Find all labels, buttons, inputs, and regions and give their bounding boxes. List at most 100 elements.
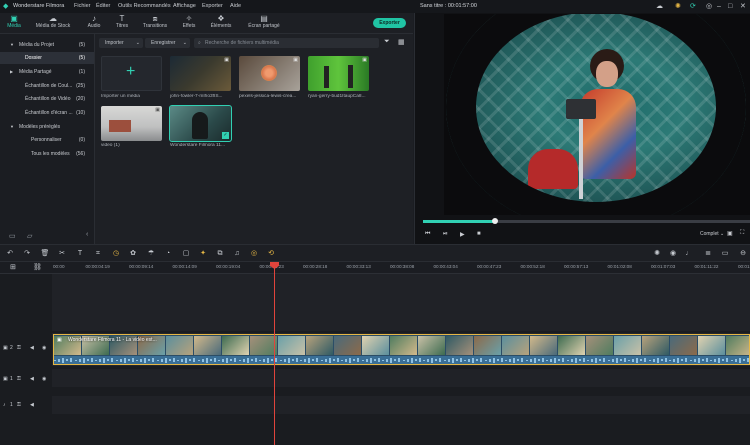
view-icon[interactable]: ▭ [720, 248, 730, 259]
timer-icon[interactable]: ◔ [163, 248, 173, 259]
color-icon[interactable]: ✿ [128, 248, 138, 259]
export-button[interactable]: Exporter [373, 18, 406, 28]
prev-frame-icon[interactable]: ⏮ [425, 231, 430, 238]
sidebar-item[interactable]: Échantillon de Coul... (25) [0, 80, 94, 92]
menu-editer[interactable]: Éditer [96, 0, 110, 13]
tab-elements[interactable]: ❖ Éléments [201, 13, 241, 29]
cut-icon[interactable]: ✂ [57, 248, 67, 259]
marker-icon[interactable]: ◉ [668, 248, 678, 259]
audio-mix-icon[interactable]: ♫ [232, 248, 242, 259]
timeline-ruler[interactable]: 00:00 00:00:04:19 00:00:09:14 00:00:14:09 00… [0, 262, 750, 274]
lock-icon[interactable]: ⚿ [17, 402, 21, 408]
stop-icon[interactable]: ■ [477, 231, 481, 237]
stabilize-icon[interactable]: ⟲ [266, 248, 276, 259]
fullscreen-icon[interactable]: ⛶ [740, 230, 744, 237]
sidebar-item-count: (25) [76, 83, 85, 89]
keyframe-icon[interactable]: ✦ [198, 248, 208, 259]
play-reverse-icon[interactable]: ⏯ [443, 231, 448, 238]
eye-icon[interactable]: ◉ [42, 345, 46, 351]
link-icon[interactable]: ⛓ [33, 263, 42, 271]
sidebar-item[interactable]: ▶ Média Partagé (1) [0, 66, 94, 78]
audio-icon[interactable]: ≣ [703, 248, 713, 259]
media-item-thumb[interactable]: ▣ [101, 106, 162, 141]
menu-aide[interactable]: Aide [230, 0, 241, 13]
headset-icon[interactable]: ◎ [706, 0, 712, 13]
zoom-out-icon[interactable]: ⊖ [738, 248, 748, 259]
record-dropdown[interactable]: Enregistrer ⌄ [145, 38, 190, 48]
media-item-thumb[interactable]: ▣ [239, 56, 300, 91]
search-input[interactable]: ⌕ Recherche de fichiers multimédia [194, 38, 379, 48]
import-media-tile[interactable]: + [101, 56, 162, 91]
chevron-right-icon[interactable]: ▶ [10, 66, 13, 78]
media-item-thumb[interactable]: ▣ [170, 56, 231, 91]
playback-knob[interactable] [491, 218, 498, 224]
waveform-bar [619, 359, 622, 361]
add-track-icon[interactable]: ⊞ [10, 263, 16, 271]
grid-view-icon[interactable]: ▦ [398, 38, 405, 46]
media-item-thumb[interactable]: ▣ [308, 56, 369, 91]
track-row [52, 274, 750, 331]
render-icon[interactable]: ✺ [652, 248, 662, 259]
mask-icon[interactable]: ☂ [146, 248, 156, 259]
update-icon[interactable]: ⟳ [690, 0, 696, 13]
waveform-bar [492, 357, 495, 363]
mute-icon[interactable]: ◀ [30, 402, 34, 408]
waveform-bar [529, 358, 532, 362]
media-item-thumb-selected[interactable]: ✓ [169, 105, 232, 142]
clip-frame-thumbnail [670, 336, 697, 355]
text-icon[interactable]: T [75, 248, 85, 259]
menu-affichage[interactable]: Affichage [173, 0, 196, 13]
sidebar-item[interactable]: ▼ Média du Projet (5) [0, 39, 94, 51]
delete-icon[interactable]: 🗑 [40, 248, 50, 259]
maximize-icon[interactable]: □ [728, 0, 732, 13]
sidebar-item[interactable]: Personnaliser (0) [0, 134, 94, 146]
lock-icon[interactable]: ⚿ [17, 376, 21, 382]
crop-icon[interactable]: ⌗ [93, 248, 103, 259]
eye-icon[interactable]: ◉ [42, 376, 46, 382]
preview-panel: ⏮ ⏯ ▶ ■ Complet ⌄ ▣ ⛶ [414, 13, 750, 244]
clip-frame-thumbnail [530, 336, 557, 355]
collapse-icon[interactable]: ‹ [86, 231, 88, 238]
cloud-icon[interactable]: ☁ [656, 0, 663, 13]
chevron-down-icon[interactable]: ▼ [10, 121, 14, 133]
sidebar-item[interactable]: Échantillon d'écran ... (10) [0, 107, 94, 119]
undo-icon[interactable]: ↶ [5, 248, 15, 259]
sidebar-item[interactable]: Échantillon de Vidéo (20) [0, 93, 94, 105]
sidebar-item[interactable]: Dossier (5) [0, 52, 94, 64]
sidebar-item[interactable]: Tous les modèles (56) [0, 148, 94, 160]
tab-media[interactable]: ▣ Média [0, 13, 34, 29]
motion-tracking-icon[interactable]: ◎ [249, 248, 259, 259]
filter-icon[interactable]: ⏷ [384, 38, 390, 46]
fit-icon[interactable]: ▢ [181, 248, 191, 259]
green-screen-icon[interactable]: ⧉ [215, 248, 225, 259]
new-folder-icon[interactable]: ▭ [9, 232, 16, 240]
waveform-bar [304, 358, 307, 362]
play-icon[interactable]: ▶ [460, 231, 465, 238]
menu-exporter[interactable]: Exporter [202, 0, 223, 13]
playhead[interactable] [274, 262, 275, 445]
close-icon[interactable]: ✕ [740, 0, 746, 13]
menu-outils[interactable]: Outils Recommandés [118, 0, 171, 13]
menu-fichier[interactable]: Fichier [74, 0, 91, 13]
video-clip[interactable]: Wonderstare Filmora 11 - La vidéo est...… [53, 334, 750, 365]
tab-stock-media[interactable]: ☁ Média de Stock [33, 13, 73, 29]
import-dropdown[interactable]: Importer ⌄ [99, 38, 143, 48]
snapshot-icon[interactable]: ▣ [727, 230, 733, 237]
redo-icon[interactable]: ↷ [22, 248, 32, 259]
waveform-bar [435, 359, 438, 361]
minimize-icon[interactable]: – [717, 0, 721, 13]
playback-progress[interactable] [423, 218, 750, 224]
microphone-icon[interactable]: ♩ [684, 248, 694, 259]
mute-icon[interactable]: ◀ [30, 376, 34, 382]
quality-dropdown[interactable]: Complet ⌄ [700, 231, 724, 237]
timeline-toolbar: ↶ ↷ 🗑 ✂ T ⌗ ◷ ✿ ☂ ◔ ▢ ✦ ⧉ ♫ ◎ ⟲ ✺ ◉ ♩ ≣ … [0, 244, 750, 262]
mute-icon[interactable]: ◀ [30, 345, 34, 351]
tab-split-screen[interactable]: ▤ Écran partagé [244, 13, 284, 29]
sidebar-item[interactable]: ▼ Modèles préréglés [0, 121, 94, 133]
bulb-icon[interactable]: ✺ [675, 0, 681, 13]
speed-icon[interactable]: ◷ [111, 248, 121, 259]
lock-icon[interactable]: ⚿ [17, 345, 21, 351]
chevron-down-icon[interactable]: ▼ [10, 39, 14, 51]
ruler-tick-label: 00:00:52:18 [520, 264, 545, 269]
folder-icon[interactable]: ▱ [27, 232, 32, 240]
